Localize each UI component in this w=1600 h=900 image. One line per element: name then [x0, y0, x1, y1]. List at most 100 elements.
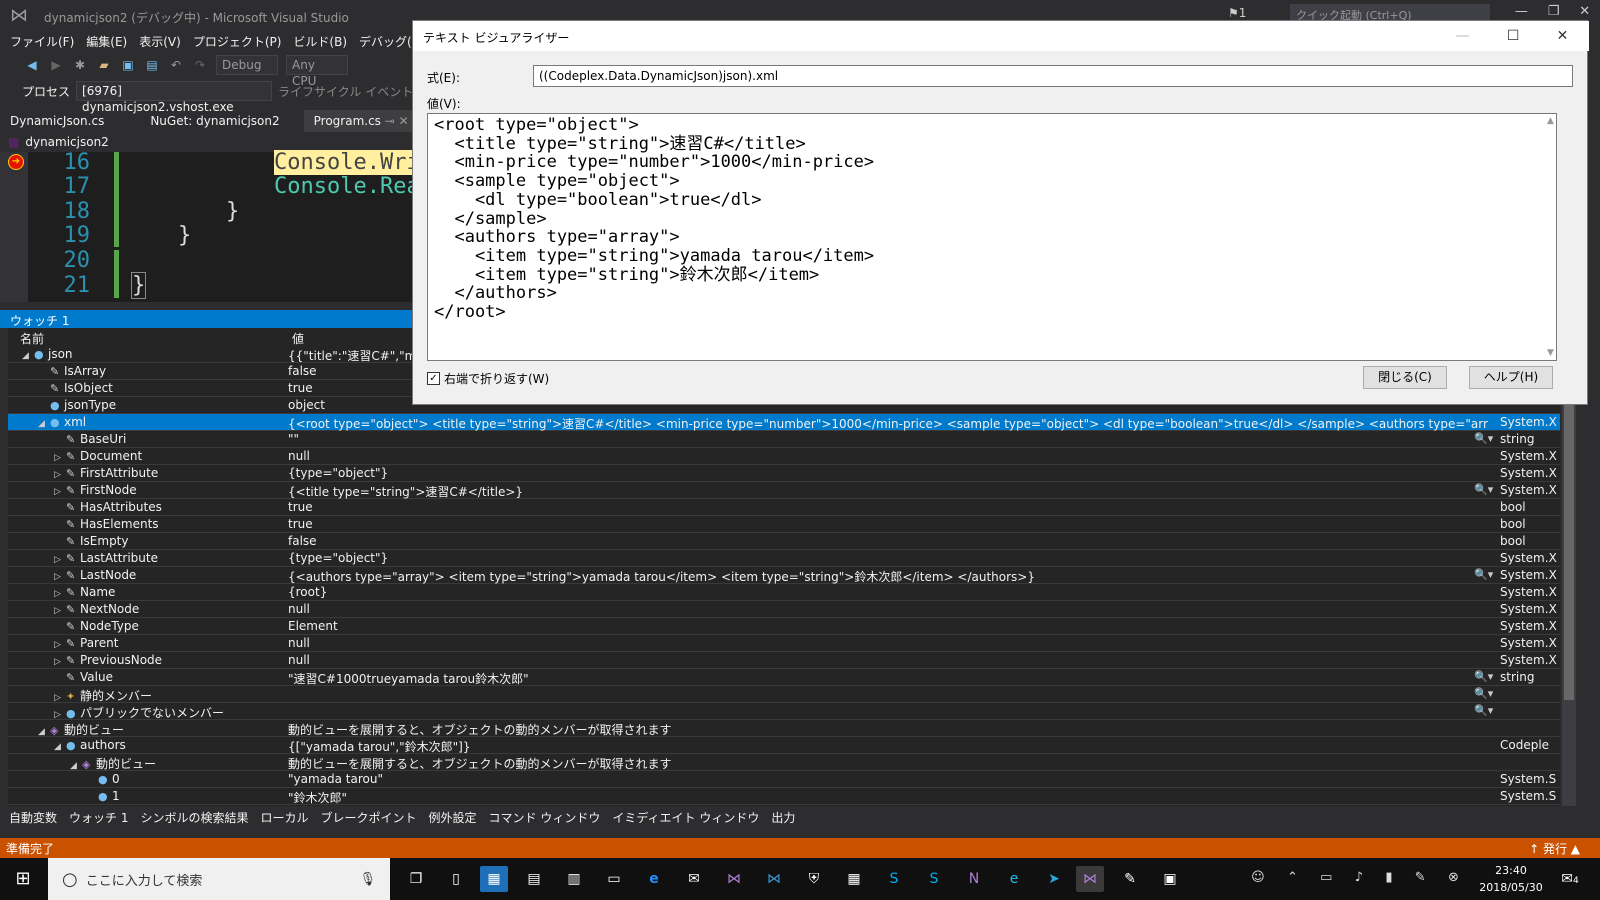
document-icon[interactable]: ▥ — [560, 866, 588, 892]
expression-field[interactable]: ((Codeplex.Data.DynamicJson)json).xml — [533, 65, 1573, 87]
watch-row[interactable]: ▷ ✎ Parent null System.X — [8, 635, 1560, 652]
column-name-header[interactable]: 名前 — [8, 328, 280, 346]
watch-row[interactable]: ✎ HasElements true bool — [8, 516, 1560, 533]
watch-row-value[interactable]: null — [288, 449, 1488, 463]
terminal-icon[interactable]: ▭ — [600, 866, 628, 892]
watch-row[interactable]: ◢ ◈ 動的ビュー 動的ビューを展開すると、オブジェクトの動的メンバーが取得されます — [8, 754, 1560, 771]
tab-watch1[interactable]: ウォッチ 1 — [64, 806, 133, 826]
watch-row-value[interactable]: null — [288, 653, 1488, 667]
watch-row[interactable]: ▷ ✎ NextNode null System.X — [8, 601, 1560, 618]
watch-row-value[interactable]: null — [288, 602, 1488, 616]
internet-explorer-icon[interactable]: e — [1000, 866, 1028, 892]
tab-close-icon[interactable]: ✕ — [399, 114, 409, 128]
expand-arrow-icon[interactable]: ▷ — [54, 640, 66, 650]
tab-dynamicjson-cs[interactable]: DynamicJson.cs — [0, 110, 114, 132]
visual-studio-active-icon[interactable]: ⋈ — [1076, 866, 1104, 892]
expand-arrow-icon[interactable]: ▷ — [54, 589, 66, 599]
tab-immediate-window[interactable]: イミディエイト ウィンドウ — [607, 806, 764, 826]
visual-studio-purple-icon[interactable]: ⋈ — [720, 866, 748, 892]
solution-config-select[interactable]: Debug — [216, 55, 278, 75]
breakpoint-gutter[interactable]: ➔ — [0, 152, 28, 302]
clock[interactable]: 23:40 2018/05/30 — [1475, 862, 1547, 896]
watch-row-value[interactable]: {<authors type="array"> <item type="stri… — [288, 568, 1488, 585]
collapse-arrow-icon[interactable]: ◢ — [22, 351, 34, 361]
platform-select[interactable]: Any CPU — [286, 55, 348, 88]
visualizer-magnifier-icon[interactable]: 🔍▾ — [1474, 687, 1493, 700]
window-app-icon[interactable]: ▣ — [1156, 866, 1184, 892]
app-icon[interactable]: ▦ — [480, 866, 508, 892]
visualizer-magnifier-icon[interactable]: 🔍▾ — [1474, 483, 1493, 496]
watch-row[interactable]: ✎ BaseUri "" string 🔍▾ — [8, 431, 1560, 448]
action-center-icon[interactable]: ✉4 — [1556, 866, 1584, 892]
battery-icon[interactable]: ▮ — [1385, 870, 1392, 885]
calculator-icon[interactable]: ▤ — [520, 866, 548, 892]
watch-row[interactable]: ▷ ✎ Document null System.X — [8, 448, 1560, 465]
save-icon[interactable]: ▣ — [120, 57, 136, 73]
watch-row-value[interactable]: "yamada tarou" — [288, 772, 1488, 786]
tab-autos[interactable]: 自動変数 — [4, 806, 62, 826]
network-icon[interactable]: ▭ — [1320, 870, 1332, 885]
save-all-icon[interactable]: ▤ — [144, 57, 160, 73]
watch-row-value[interactable]: false — [288, 534, 1488, 548]
watch-row-value[interactable]: "速習C#1000trueyamada tarou鈴木次郎" — [288, 670, 1488, 687]
watch-row[interactable]: ▷ ✎ FirstAttribute {type="object"} System.X — [8, 465, 1560, 482]
pin-icon[interactable]: ⊸ — [385, 114, 395, 128]
watch-row[interactable]: ✎ IsEmpty false bool — [8, 533, 1560, 550]
collapse-arrow-icon[interactable]: ◢ — [54, 742, 66, 752]
word-wrap-option[interactable]: ✓ 右端で折り返す(W) — [427, 370, 549, 387]
vscode-icon[interactable]: ⋈ — [760, 866, 788, 892]
collapse-arrow-icon[interactable]: ◢ — [38, 727, 50, 737]
watch-row[interactable]: ✎ Value "速習C#1000trueyamada tarou鈴木次郎" stri… — [8, 669, 1560, 686]
menu-file[interactable]: ファイル(F) — [4, 30, 80, 52]
expand-arrow-icon[interactable]: ▷ — [54, 470, 66, 480]
collapse-arrow-icon[interactable]: ◢ — [38, 419, 50, 429]
tab-breakpoints[interactable]: ブレークポイント — [316, 806, 422, 826]
value-textarea[interactable]: <root type="object"> <title type="string… — [427, 113, 1557, 361]
dialog-maximize-icon[interactable]: ☐ — [1507, 28, 1520, 44]
tab-exception-settings[interactable]: 例外設定 — [424, 806, 482, 826]
watch-row[interactable]: ▷ ✎ Name {root} System.X — [8, 584, 1560, 601]
phone-icon[interactable]: ▯ — [442, 866, 470, 892]
close-button[interactable]: 閉じる(C) — [1363, 366, 1447, 389]
scroll-down-icon[interactable]: ▼ — [1547, 348, 1554, 358]
shield-icon[interactable]: ⛨ — [800, 866, 828, 892]
redo-icon[interactable]: ↷ — [192, 57, 208, 73]
notification-flag-icon[interactable]: ⚑1 — [1228, 6, 1246, 20]
watch-row-value[interactable]: true — [288, 500, 1488, 514]
dialog-close-icon[interactable]: ✕ — [1557, 28, 1569, 44]
microphone-icon[interactable]: 🎙 — [359, 872, 376, 887]
menu-build[interactable]: ビルド(B) — [287, 30, 353, 52]
building-icon[interactable]: ▦ — [840, 866, 868, 892]
watch-row[interactable]: ✎ HasAttributes true bool — [8, 499, 1560, 516]
tab-nuget[interactable]: NuGet: dynamicjson2 — [140, 110, 289, 132]
tab-command-window[interactable]: コマンド ウィンドウ — [484, 806, 606, 826]
watch-row[interactable]: ◢ ● xml {<root type="object"> <title type="… — [8, 414, 1560, 431]
volume-icon[interactable]: ♪ — [1355, 870, 1363, 885]
taskbar-search-box[interactable]: ○ ここに入力して検索 🎙 — [48, 858, 390, 900]
watch-row[interactable]: ▷ ✦ 静的メンバー 🔍▾ — [8, 686, 1560, 703]
column-value-header[interactable]: 値 — [280, 328, 316, 346]
visualizer-magnifier-icon[interactable]: 🔍▾ — [1474, 704, 1493, 717]
menu-view[interactable]: 表示(V) — [133, 30, 187, 52]
onenote-icon[interactable]: N — [960, 866, 988, 892]
new-project-icon[interactable]: ✱ — [72, 57, 88, 73]
watch-row[interactable]: ▷ ✎ LastNode {<authors type="array"> <item … — [8, 567, 1560, 584]
word-wrap-checkbox[interactable]: ✓ — [427, 372, 440, 385]
tab-locals[interactable]: ローカル — [255, 806, 313, 826]
tab-program-cs[interactable]: Program.cs ⊸ ✕ — [303, 110, 419, 132]
watch-row[interactable]: ▷ ● パブリックでないメンバー 🔍▾ — [8, 703, 1560, 720]
expand-arrow-icon[interactable]: ▷ — [54, 710, 66, 720]
publish-button[interactable]: ↑ 発行 ▲ — [1529, 840, 1580, 857]
help-button[interactable]: ヘルプ(H) — [1469, 366, 1553, 389]
visualizer-magnifier-icon[interactable]: 🔍▾ — [1474, 670, 1493, 683]
value-scrollbar[interactable]: ▲ ▼ — [1545, 114, 1557, 360]
people-icon[interactable]: ☺ — [1251, 870, 1265, 885]
windows-start-icon[interactable]: ⊞ — [0, 858, 46, 900]
watch-row-value[interactable]: {["yamada tarou","鈴木次郎"]} — [288, 738, 1488, 755]
open-folder-icon[interactable]: ▰ — [96, 57, 112, 73]
mail-icon[interactable]: ✉ — [680, 866, 708, 892]
skype-icon[interactable]: S — [880, 866, 908, 892]
visualizer-magnifier-icon[interactable]: 🔍▾ — [1474, 432, 1493, 445]
watch-row-value[interactable]: {<root type="object"> <title type="strin… — [288, 415, 1488, 432]
watch-row-value[interactable]: {<title type="string">速習C#</title>} — [288, 483, 1488, 500]
